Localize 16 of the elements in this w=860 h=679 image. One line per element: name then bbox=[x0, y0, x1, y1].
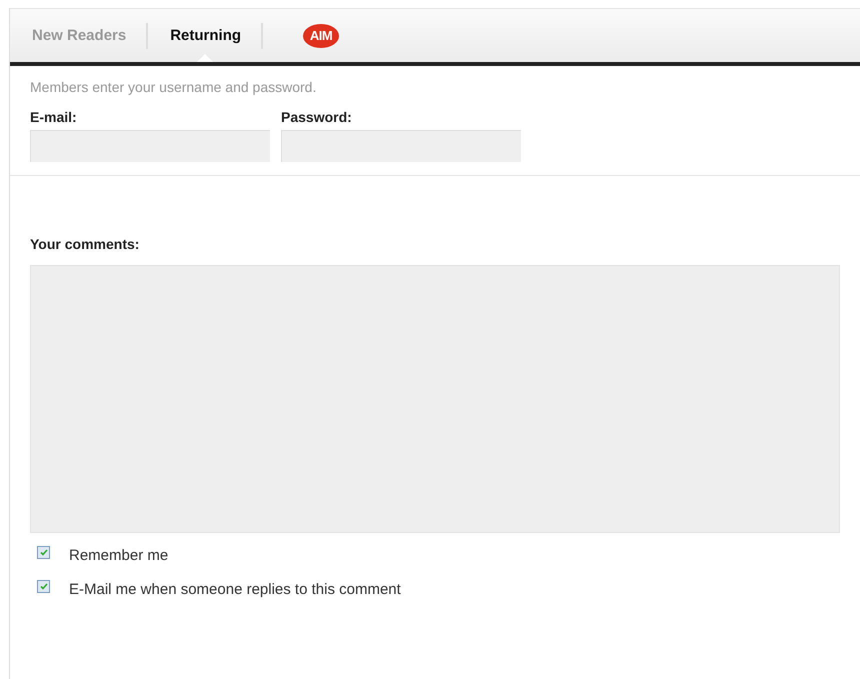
checkbox-label: E-Mail me when someone replies to this comment bbox=[69, 581, 401, 598]
logo[interactable]: AIM bbox=[303, 24, 340, 48]
input-field[interactable] bbox=[30, 130, 270, 162]
field-label: Password: bbox=[281, 109, 353, 125]
checkbox[interactable] bbox=[37, 580, 50, 593]
checkbox[interactable] bbox=[37, 546, 50, 559]
input-field[interactable] bbox=[281, 130, 521, 162]
check-icon bbox=[40, 583, 48, 590]
field-label: E-mail: bbox=[30, 109, 78, 125]
tab[interactable]: New Readers bbox=[22, 9, 146, 62]
check-icon bbox=[40, 549, 48, 556]
tab[interactable]: Returning bbox=[148, 9, 262, 62]
checkbox-label: Remember me bbox=[69, 547, 168, 564]
comments-field[interactable] bbox=[30, 265, 840, 533]
comments-label: Your comments: bbox=[30, 236, 140, 252]
login-hint: Members enter your username and password. bbox=[30, 79, 318, 95]
